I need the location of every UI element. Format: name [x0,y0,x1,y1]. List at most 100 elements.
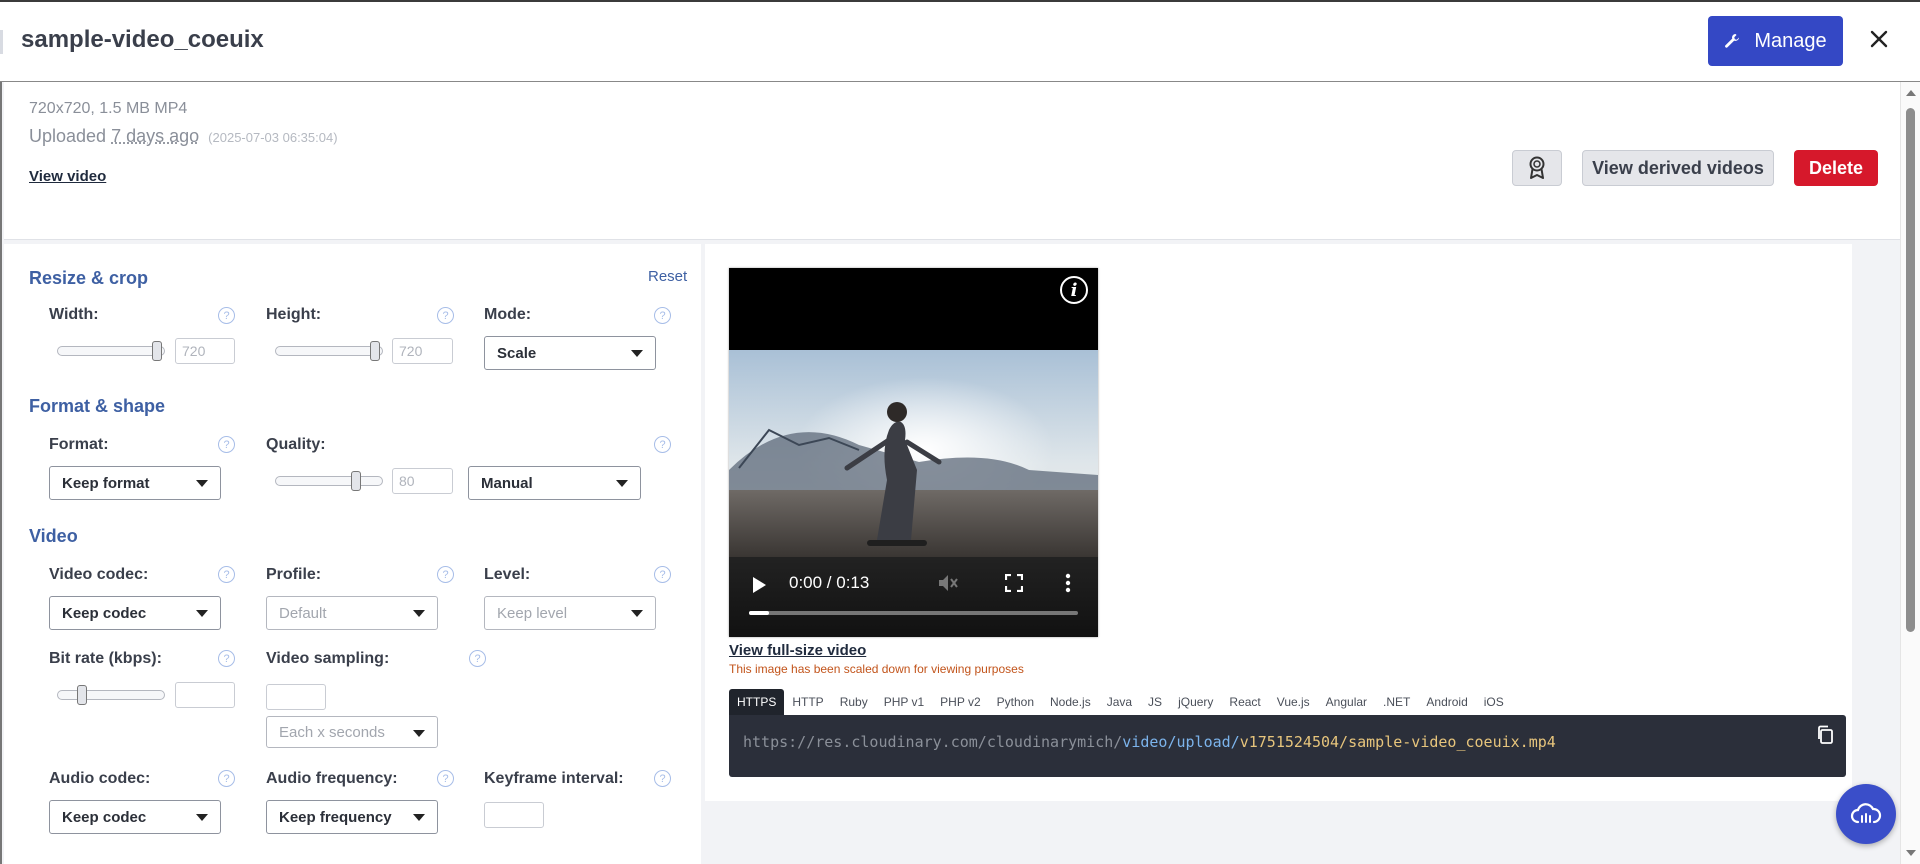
tab-java[interactable]: Java [1099,689,1140,715]
profile-select[interactable]: Default [266,596,438,630]
view-derived-videos-button[interactable]: View derived videos [1582,150,1774,186]
header-accent [0,30,3,54]
play-icon[interactable] [753,577,766,593]
profile-label: Profile: [266,566,322,583]
quality-mode-select[interactable]: Manual [468,466,641,500]
help-icon[interactable]: ? [654,770,671,787]
url-code-box: https://res.cloudinary.com/cloudinarymic… [729,715,1846,777]
bitrate-input[interactable] [175,682,235,708]
tab-php-v2[interactable]: PHP v2 [932,689,988,715]
tab-php-v1[interactable]: PHP v1 [876,689,932,715]
help-icon[interactable]: ? [437,770,454,787]
tab-angular[interactable]: Angular [1318,689,1375,715]
tab-python[interactable]: Python [989,689,1042,715]
audio-frequency-value: Keep frequency [279,809,392,826]
delete-button[interactable]: Delete [1794,150,1878,186]
video-codec-select[interactable]: Keep codec [49,596,221,630]
tab-node-js[interactable]: Node.js [1042,689,1099,715]
more-vertical-icon[interactable] [1065,573,1071,593]
reset-link[interactable]: Reset [648,268,687,285]
slider-thumb[interactable] [351,471,361,491]
close-icon [1870,30,1888,48]
resize-crop-title: Resize & crop [29,268,149,288]
manage-button[interactable]: Manage [1708,16,1843,66]
cloud-upload-button[interactable] [1836,784,1896,844]
help-icon[interactable]: ? [654,566,671,583]
chevron-down-icon [196,814,208,821]
help-icon[interactable]: ? [654,436,671,453]
tab-react[interactable]: React [1221,689,1268,715]
slider-thumb[interactable] [77,685,87,705]
help-icon[interactable]: ? [218,650,235,667]
slider-thumb[interactable] [152,341,162,361]
width-input[interactable]: 720 [175,338,235,364]
help-icon[interactable]: ? [437,307,454,324]
chevron-down-icon [196,480,208,487]
slider-thumb[interactable] [370,341,380,361]
tab-net[interactable]: .NET [1375,689,1418,715]
help-icon[interactable]: ? [218,436,235,453]
video-codec-label: Video codec: [49,566,149,583]
help-icon[interactable]: ? [218,566,235,583]
transformation-panel: Resize & crop Reset Width: ? 720 Height:… [4,244,701,864]
keyframe-interval-input[interactable] [484,802,544,828]
award-button[interactable] [1512,150,1562,186]
view-full-size-link[interactable]: View full-size video [729,642,866,659]
tab-ios[interactable]: iOS [1476,689,1512,715]
quality-slider[interactable] [275,471,383,491]
sampling-unit-value: Each x seconds [279,724,385,741]
help-icon[interactable]: ? [218,307,235,324]
tab-vue-js[interactable]: Vue.js [1269,689,1318,715]
chevron-down-icon [616,480,628,487]
tab-js[interactable]: JS [1140,689,1170,715]
scroll-down-icon[interactable] [1906,850,1916,856]
help-icon[interactable]: ? [654,307,671,324]
quality-input[interactable]: 80 [392,468,453,494]
chevron-down-icon [631,350,643,357]
tab-http[interactable]: HTTP [784,689,831,715]
manage-label: Manage [1754,29,1827,52]
audio-codec-value: Keep codec [62,809,147,826]
height-input[interactable]: 720 [392,338,453,364]
help-icon[interactable]: ? [437,566,454,583]
tab-https[interactable]: HTTPS [729,689,785,715]
tab-android[interactable]: Android [1418,689,1475,715]
video-player[interactable]: i 0:00 / 0:13 [729,268,1098,637]
modal-header: sample-video_coeuix Manage [0,2,1920,82]
height-label: Height: [266,306,322,323]
help-icon[interactable]: ? [469,650,486,667]
level-select[interactable]: Keep level [484,596,656,630]
uploaded-timestamp: (2025-07-03 06:35:04) [208,130,338,145]
copy-icon[interactable] [1816,725,1834,745]
audio-frequency-select[interactable]: Keep frequency [266,800,438,834]
scroll-up-icon[interactable] [1906,90,1916,96]
tab-jquery[interactable]: jQuery [1170,689,1221,715]
info-icon[interactable]: i [1060,276,1088,304]
scrollbar-thumb[interactable] [1906,108,1915,632]
format-shape-title: Format & shape [29,396,166,416]
video-progress-bar[interactable] [749,611,1078,615]
sampling-unit-select[interactable]: Each x seconds [266,716,438,748]
tab-ruby[interactable]: Ruby [832,689,876,715]
quality-label: Quality: [266,436,326,453]
close-button[interactable] [1864,24,1894,54]
volume-icon[interactable] [937,573,959,593]
help-icon[interactable]: ? [218,770,235,787]
height-slider[interactable] [275,341,383,361]
format-label: Format: [49,436,109,453]
video-sampling-input[interactable] [266,684,326,710]
fullscreen-icon[interactable] [1005,574,1023,592]
asset-info-panel: 720x720, 1.5 MB MP4 Uploaded 7 days ago … [4,82,1902,240]
url-path: video/upload/ [1122,733,1240,751]
mode-select[interactable]: Scale [484,336,656,370]
vertical-scrollbar[interactable] [1900,82,1920,864]
keyframe-interval-label: Keyframe interval: [484,770,624,787]
code-language-tabs: HTTPS HTTP Ruby PHP v1 PHP v2 Python Node.js Ja… [729,689,1512,715]
format-select[interactable]: Keep format [49,466,221,500]
width-slider[interactable] [57,341,165,361]
view-video-link[interactable]: View video [29,168,106,185]
bitrate-slider[interactable] [57,685,165,705]
audio-codec-label: Audio codec: [49,770,151,787]
preview-panel: i 0:00 / 0:13 View full-size video This … [705,244,1852,801]
audio-codec-select[interactable]: Keep codec [49,800,221,834]
